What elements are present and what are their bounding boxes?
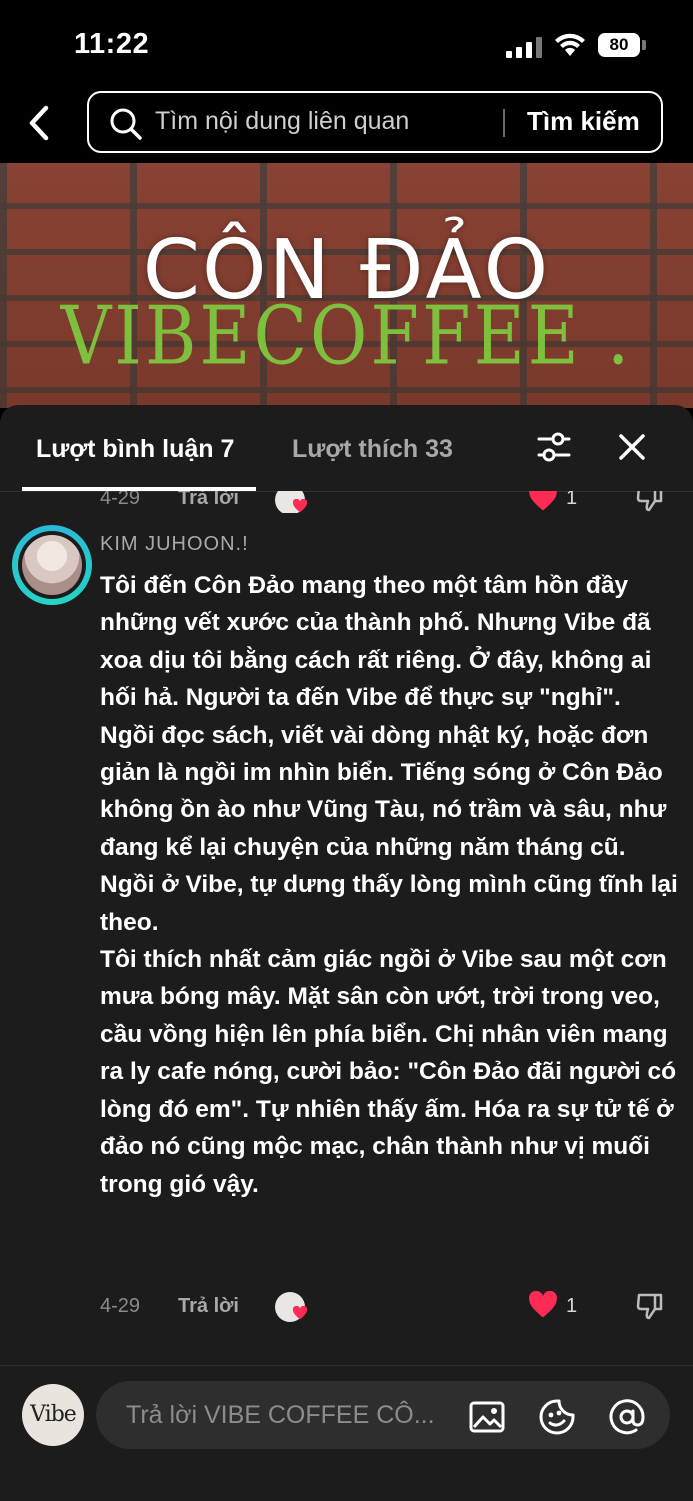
comment-actions: 4-29 Trả lời 1 bbox=[0, 1290, 693, 1324]
mention-icon[interactable] bbox=[608, 1398, 646, 1436]
back-arrow-icon[interactable] bbox=[22, 100, 58, 146]
battery-tip bbox=[642, 40, 646, 50]
video-banner[interactable]: CÔN ĐẢO VIBECOFFEE . bbox=[0, 163, 693, 408]
tab-likes[interactable]: Lượt thích 33 bbox=[292, 435, 453, 464]
battery-icon: 80 bbox=[598, 33, 640, 57]
search-bar[interactable]: Tìm nội dung liên quan Tìm kiếm bbox=[87, 91, 663, 153]
wifi-icon bbox=[555, 33, 585, 56]
image-icon[interactable] bbox=[468, 1398, 506, 1436]
comment-username[interactable]: KIM JUHOON.! bbox=[100, 533, 249, 556]
tab-comments[interactable]: Lượt bình luận 7 bbox=[36, 435, 234, 464]
search-divider bbox=[503, 109, 505, 137]
search-button[interactable]: Tìm kiếm bbox=[527, 106, 640, 137]
close-icon[interactable] bbox=[616, 431, 648, 463]
reply-placeholder[interactable]: Trả lời VIBE COFFEE CÔ... bbox=[126, 1401, 435, 1430]
reply-button[interactable]: Trả lời bbox=[178, 491, 239, 510]
status-bar: 11:22 80 bbox=[0, 0, 693, 90]
comment-paragraph: Tôi đến Côn Đảo mang theo một tâm hồn đầ… bbox=[100, 572, 678, 936]
like-heart-icon[interactable] bbox=[528, 491, 558, 512]
sticker-icon[interactable] bbox=[538, 1398, 576, 1436]
avatar[interactable] bbox=[18, 531, 86, 599]
comment-text: Tôi đến Côn Đảo mang theo một tâm hồn đầ… bbox=[100, 567, 680, 1203]
filter-icon[interactable] bbox=[536, 429, 572, 465]
search-input[interactable]: Tìm nội dung liên quan bbox=[155, 107, 409, 136]
dislike-icon[interactable] bbox=[635, 1291, 665, 1321]
reply-input[interactable]: Trả lời VIBE COFFEE CÔ... bbox=[96, 1381, 670, 1449]
reply-bar: Vibe Trả lời VIBE COFFEE CÔ... bbox=[0, 1365, 693, 1501]
status-time: 11:22 bbox=[74, 28, 150, 60]
creator-heart-icon bbox=[292, 499, 308, 513]
reply-button[interactable]: Trả lời bbox=[178, 1295, 239, 1318]
signal-icon bbox=[506, 36, 542, 58]
search-icon bbox=[110, 108, 142, 140]
comment-date: 4-29 bbox=[100, 1295, 141, 1317]
previous-comment-actions: 4-29 Trả lời 1 bbox=[0, 491, 693, 513]
like-heart-icon[interactable] bbox=[528, 1291, 558, 1319]
comment-date: 4-29 bbox=[100, 491, 141, 509]
like-count: 1 bbox=[566, 1295, 578, 1317]
banner-subtitle: VIBECOFFEE . bbox=[60, 288, 633, 384]
tab-bar: Lượt bình luận 7 Lượt thích 33 bbox=[0, 405, 693, 492]
comments-sheet: Lượt bình luận 7 Lượt thích 33 4-29 Trả … bbox=[0, 405, 693, 1500]
avatar-photo bbox=[22, 535, 82, 595]
account-avatar[interactable]: Vibe bbox=[22, 1384, 84, 1446]
comment-paragraph: Tôi thích nhất cảm giác ngồi ở Vibe sau … bbox=[100, 946, 677, 1198]
like-count: 1 bbox=[566, 491, 578, 509]
dislike-icon[interactable] bbox=[635, 491, 665, 513]
creator-heart-icon bbox=[292, 1306, 308, 1320]
